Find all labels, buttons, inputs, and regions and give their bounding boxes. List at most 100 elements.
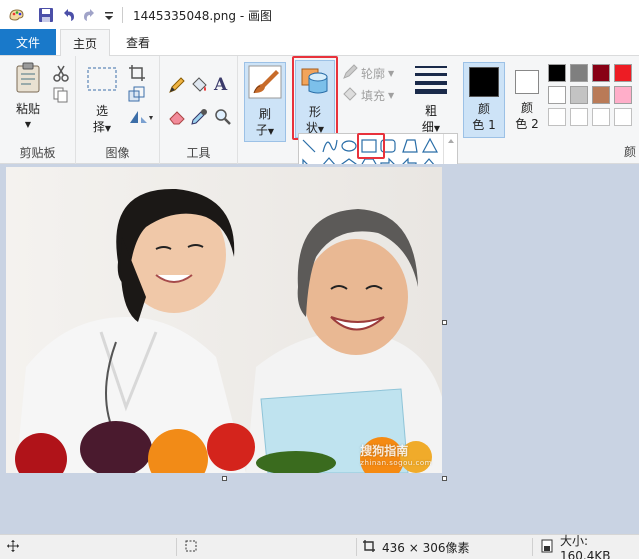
status-separator bbox=[532, 538, 533, 556]
paste-button[interactable]: 粘贴 ▼ bbox=[8, 62, 48, 133]
image-group-label: 图像 bbox=[105, 146, 130, 160]
canvas-resize-handle-bottom[interactable] bbox=[222, 476, 227, 481]
palette-swatch[interactable] bbox=[592, 86, 610, 104]
fill-bucket-icon[interactable] bbox=[190, 76, 208, 94]
canvas-resize-handle-right[interactable] bbox=[442, 320, 447, 325]
canvas-resize-handle-corner[interactable] bbox=[442, 476, 447, 481]
select-button[interactable]: 选 择▼ bbox=[84, 66, 120, 137]
fill-bucket-disabled-icon bbox=[342, 86, 358, 105]
clipboard-group: 粘贴 ▼ 剪贴板 bbox=[0, 56, 76, 164]
outline-brush-icon bbox=[342, 64, 358, 83]
color-picker-icon[interactable] bbox=[190, 108, 208, 126]
paste-label: 粘贴 bbox=[15, 102, 40, 116]
shapes-highlight-box bbox=[292, 56, 338, 140]
selection-size-cell bbox=[184, 535, 198, 559]
resize-icon[interactable] bbox=[128, 86, 146, 104]
tools-group-label: 工具 bbox=[186, 146, 211, 160]
rectangle-highlight-box bbox=[357, 133, 385, 159]
curve-shape-icon bbox=[322, 139, 338, 153]
palette-swatch[interactable] bbox=[592, 64, 610, 82]
select-rectangle-icon bbox=[86, 66, 118, 97]
pencil-icon[interactable] bbox=[168, 76, 186, 94]
rotate-icon[interactable] bbox=[128, 108, 154, 126]
outline-dropdown-icon: ▼ bbox=[388, 69, 395, 78]
size-button[interactable]: 粗 细▼ bbox=[410, 64, 452, 137]
customize-toolbar-icon[interactable] bbox=[104, 7, 114, 23]
tab-home[interactable]: 主页 bbox=[60, 29, 111, 56]
color2-label-2: 色 2 bbox=[515, 117, 539, 131]
brush-icon bbox=[248, 65, 282, 102]
image-size-cell: 436 × 306像素 bbox=[362, 535, 470, 559]
color1-label-1: 颜 bbox=[477, 102, 490, 116]
outline-label: 轮廓 bbox=[361, 67, 386, 81]
copy-icon[interactable] bbox=[52, 86, 70, 104]
paint-app-icon[interactable] bbox=[8, 7, 24, 23]
line-shape-icon bbox=[302, 139, 316, 153]
brushes-label-2: 子▼ bbox=[255, 123, 275, 137]
doctors-photo bbox=[6, 167, 442, 473]
fill-button[interactable]: 填充 ▼ bbox=[342, 86, 394, 105]
palette-custom-swatch[interactable] bbox=[592, 108, 610, 126]
palette-swatch[interactable] bbox=[548, 86, 566, 104]
status-separator bbox=[176, 538, 177, 556]
image-dimensions: 436 × 306像素 bbox=[382, 540, 470, 555]
status-bar: 436 × 306像素 大小: 160.4KB bbox=[0, 534, 639, 559]
color1-swatch bbox=[469, 67, 499, 97]
palette-custom-swatch[interactable] bbox=[614, 108, 632, 126]
palette-swatch[interactable] bbox=[614, 86, 632, 104]
drawing-canvas[interactable]: 搜狗指南 zhinan.sogou.com bbox=[6, 167, 442, 473]
palette-swatch[interactable] bbox=[548, 64, 566, 82]
cut-icon[interactable] bbox=[52, 64, 70, 82]
file-size-cell: 大小: 160.4KB bbox=[540, 533, 639, 559]
tab-file[interactable]: 文件 bbox=[0, 29, 56, 55]
eraser-icon[interactable] bbox=[168, 108, 186, 126]
undo-icon[interactable] bbox=[60, 7, 76, 23]
sogou-watermark: 搜狗指南 zhinan.sogou.com bbox=[360, 444, 432, 467]
crop-icon[interactable] bbox=[128, 64, 146, 82]
text-icon[interactable]: A bbox=[214, 75, 232, 95]
outline-button[interactable]: 轮廓 ▼ bbox=[342, 64, 394, 83]
tools-group: A 工具 bbox=[160, 56, 238, 164]
color1-label-2: 色 1 bbox=[472, 118, 496, 132]
brushes-button[interactable]: 刷 子▼ bbox=[244, 62, 286, 142]
image-size-icon bbox=[362, 539, 376, 556]
palette-swatch[interactable] bbox=[570, 86, 588, 104]
cursor-position-icon bbox=[6, 539, 20, 556]
ribbon-tabs: 文件 主页 查看 bbox=[0, 29, 639, 56]
color-palette bbox=[548, 64, 639, 134]
magnifier-icon[interactable] bbox=[214, 108, 232, 126]
clipboard-icon bbox=[13, 62, 43, 97]
tab-view[interactable]: 查看 bbox=[114, 29, 162, 55]
redo-icon[interactable] bbox=[82, 7, 98, 23]
status-separator bbox=[356, 538, 357, 556]
oval-shape-icon bbox=[341, 140, 357, 152]
title-separator bbox=[122, 7, 123, 23]
brushes-label-1: 刷 bbox=[258, 107, 271, 121]
file-size: 大小: 160.4KB bbox=[560, 533, 611, 559]
selection-size-icon bbox=[184, 539, 198, 556]
color2-swatch bbox=[515, 70, 539, 94]
palette-custom-swatch[interactable] bbox=[570, 108, 588, 126]
polygon-shape-icon bbox=[402, 139, 418, 153]
color1-button[interactable]: 颜 色 1 bbox=[463, 62, 505, 138]
fill-label: 填充 bbox=[361, 89, 386, 103]
size-label-1: 粗 bbox=[424, 104, 437, 118]
color2-label-1: 颜 bbox=[520, 101, 533, 115]
select-label-2: 择▼ bbox=[92, 120, 112, 134]
select-label-1: 选 bbox=[95, 104, 108, 118]
paste-dropdown-icon[interactable]: ▼ bbox=[25, 117, 31, 133]
line-size-icon bbox=[414, 64, 448, 99]
save-icon[interactable] bbox=[38, 7, 54, 23]
palette-custom-swatch[interactable] bbox=[548, 108, 566, 126]
palette-swatch[interactable] bbox=[614, 64, 632, 82]
file-size-icon bbox=[540, 539, 554, 556]
title-bar: 1445335048.png - 画图 bbox=[0, 0, 639, 30]
triangle-shape-icon bbox=[421, 137, 439, 153]
color2-button[interactable]: 颜 色 2 bbox=[508, 62, 546, 138]
colors-group-label: 颜 bbox=[624, 145, 637, 159]
window-title: 1445335048.png - 画图 bbox=[133, 8, 272, 23]
cursor-position-cell bbox=[6, 535, 20, 559]
clipboard-group-label: 剪贴板 bbox=[19, 146, 56, 160]
palette-swatch[interactable] bbox=[570, 64, 588, 82]
fill-dropdown-icon: ▼ bbox=[388, 91, 395, 100]
